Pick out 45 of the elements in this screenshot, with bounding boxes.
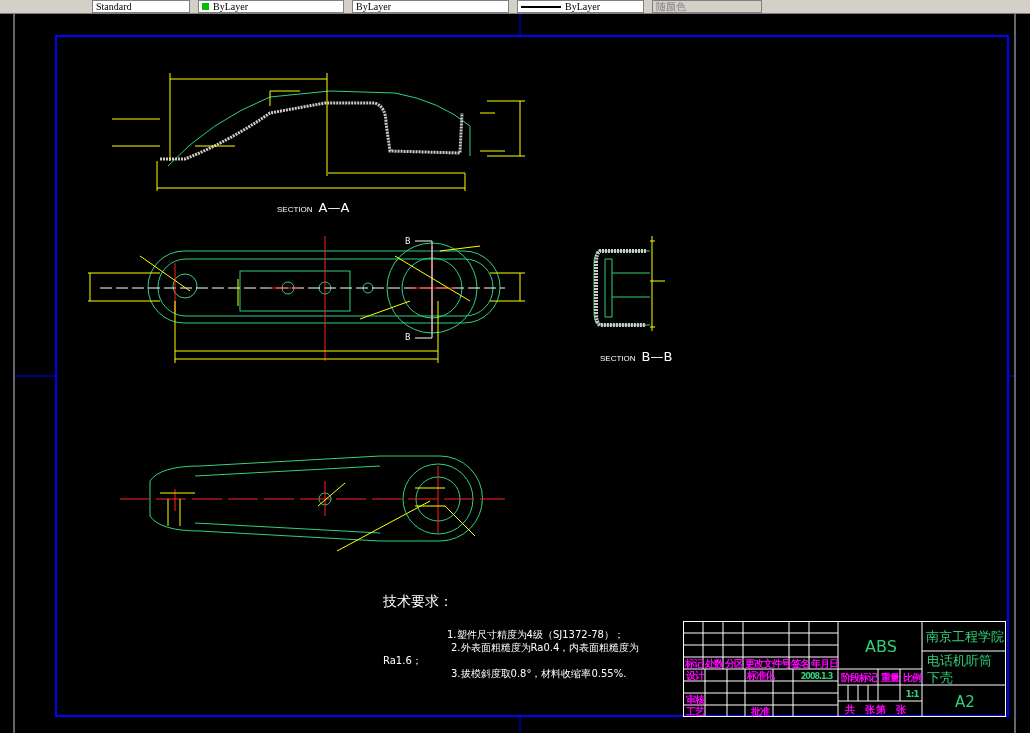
- title-block-label: 重量: [880, 671, 901, 685]
- cut-mark-label: B: [405, 334, 411, 343]
- center-mark: [13, 375, 57, 377]
- title-block-label: 比例: [902, 671, 923, 685]
- color-swatch-icon: [202, 3, 209, 10]
- requirement-text: 3.拔模斜度取0.8°，材料收缩率0.55%.: [451, 668, 627, 679]
- scale-value: 1:1: [904, 688, 920, 701]
- title-block-label: 张: [894, 703, 907, 717]
- cut-mark-label: B: [405, 238, 411, 247]
- title-block-label: 处数: [705, 658, 724, 670]
- title-block-label: 共: [843, 703, 855, 717]
- title-block-label: 更改文件号: [744, 658, 790, 670]
- title-block-label: 标记: [684, 658, 704, 670]
- title-block-label: 审核: [685, 694, 706, 706]
- view-name: A—A: [318, 200, 350, 215]
- title-block-label: 张 第: [863, 703, 887, 717]
- property-dropdown[interactable]: ByLayer: [198, 0, 344, 13]
- property-dropdown[interactable]: ByLayer: [352, 0, 509, 13]
- title-block-label: 分区: [724, 658, 744, 670]
- property-dropdown[interactable]: ByLayer: [517, 0, 644, 13]
- school-name: 南京工程学院: [925, 628, 1005, 646]
- sheet-size: A2: [954, 692, 976, 713]
- view-label: SECTION: [600, 354, 636, 363]
- center-mark: [519, 715, 521, 733]
- requirement-text: 2.外表面粗糙度为Ra0.4，内表面粗糙度为: [451, 642, 640, 653]
- title-block-label: 批准: [750, 706, 771, 718]
- part-name: 电话机听筒: [927, 652, 993, 669]
- material-value: ABS: [864, 635, 898, 658]
- part-name: 下壳: [927, 669, 954, 686]
- title-block-label: 标准化: [746, 670, 774, 682]
- requirement-text: Ra1.6；: [383, 655, 422, 666]
- property-dropdown[interactable]: Standard: [92, 0, 190, 13]
- title-block-label: 年月日: [810, 658, 839, 670]
- center-mark: [1007, 375, 1016, 377]
- requirement-text: 1.塑件尺寸精度为4级（SJ1372-78）；: [447, 629, 624, 640]
- view-label: SECTION: [277, 205, 313, 214]
- title-block-label: 设计: [685, 670, 706, 682]
- title-block-label: 签名: [790, 658, 810, 670]
- line-sample-icon: [521, 5, 561, 8]
- center-mark: [519, 14, 521, 37]
- title-block-label: 工艺: [685, 706, 706, 718]
- view-name: B—B: [641, 349, 673, 364]
- date-value: 2008.1.3: [799, 670, 834, 682]
- requirements-heading: 技术要求：: [383, 594, 453, 610]
- title-block-label: 阶段标记: [840, 671, 879, 685]
